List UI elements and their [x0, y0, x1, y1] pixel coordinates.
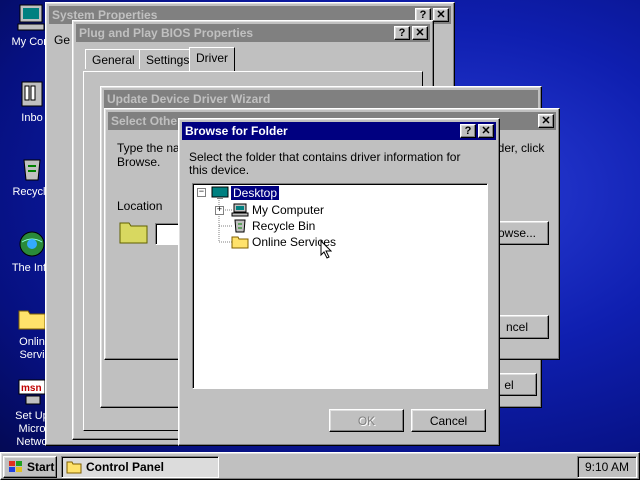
tab-driver[interactable]: Driver: [189, 47, 235, 71]
desktop-icon-label-line3: Netwo: [16, 436, 48, 448]
ok-button[interactable]: OK: [329, 409, 404, 432]
tree-item-label: Desktop: [229, 185, 281, 201]
browse-for-folder-dialog: Browse for Folder ? ✕ Select the folder …: [178, 118, 500, 446]
pnp-bios-titlebar[interactable]: Plug and Play BIOS Properties ? ✕: [76, 24, 430, 42]
folder-icon: [119, 219, 149, 248]
start-label: Start: [27, 460, 55, 474]
mouse-pointer: [320, 239, 333, 262]
desktop-icon-label-line2: Servi: [19, 349, 45, 361]
internet-icon: [16, 228, 48, 260]
expand-toggle[interactable]: +: [215, 206, 224, 215]
help-button[interactable]: ?: [394, 26, 410, 40]
my-computer-icon: [231, 203, 249, 217]
recycle-bin-icon: [16, 152, 48, 184]
folder-icon: [66, 460, 82, 474]
wizard-titlebar[interactable]: Update Device Driver Wizard: [104, 90, 538, 108]
folder-tree[interactable]: − Desktop + My Computer Recycle Bin Onli…: [192, 183, 488, 389]
window-title: Update Device Driver Wizard: [107, 92, 271, 106]
taskbar-item-control-panel[interactable]: Control Panel: [61, 456, 219, 478]
tree-item-label: My Computer: [252, 203, 325, 217]
tree-item-label: Recycle Bin: [252, 219, 316, 233]
tree-item-my-computer[interactable]: My Computer: [231, 202, 324, 218]
tree-item-desktop[interactable]: Desktop: [211, 185, 281, 201]
tree-item-recycle-bin[interactable]: Recycle Bin: [231, 218, 315, 234]
recycle-bin-icon: [231, 219, 249, 233]
window-title: Browse for Folder: [185, 124, 288, 138]
system-tray: 9:10 AM: [577, 456, 637, 478]
folder-icon: [231, 235, 249, 249]
folder-icon: [16, 302, 48, 334]
taskbar: Start Control Panel 9:10 AM: [0, 452, 640, 480]
windows-logo-icon: [8, 460, 24, 474]
tab-general-partial[interactable]: Ge: [54, 33, 70, 47]
tab-strip: General Settings Driver: [81, 47, 421, 73]
desktop-icon-label: Set Up: [15, 410, 49, 422]
location-label: Location: [117, 199, 163, 213]
browse-instructions: Select the folder that contains driver i…: [189, 150, 461, 177]
select-other-instructions: Type the na Browse.: [117, 141, 180, 169]
svg-text:msn: msn: [21, 383, 42, 394]
close-button[interactable]: ✕: [538, 114, 554, 128]
start-button[interactable]: Start: [3, 456, 57, 478]
select-other-instructions-right: lder, click: [495, 141, 545, 155]
desktop-icon-label-line2: Micro: [18, 423, 46, 435]
tab-general[interactable]: General: [85, 49, 142, 69]
close-button[interactable]: ✕: [412, 26, 428, 40]
close-button[interactable]: ✕: [478, 124, 494, 138]
taskbar-item-label: Control Panel: [86, 460, 165, 474]
inbox-icon: [16, 78, 48, 110]
tab-settings[interactable]: Settings: [139, 49, 197, 69]
clock[interactable]: 9:10 AM: [585, 460, 629, 474]
msn-icon: msn: [16, 376, 48, 408]
window-title: Plug and Play BIOS Properties: [79, 26, 254, 40]
desktop-icon-label: Onlin: [19, 336, 45, 348]
desktop-icon: [211, 186, 229, 200]
close-button[interactable]: ✕: [433, 8, 449, 22]
desktop-icon-label: Inbo: [21, 112, 43, 124]
my-computer-icon: [16, 2, 48, 34]
collapse-toggle[interactable]: −: [197, 188, 206, 197]
cancel-button[interactable]: Cancel: [411, 409, 486, 432]
help-button[interactable]: ?: [460, 124, 476, 138]
browse-titlebar[interactable]: Browse for Folder ? ✕: [182, 122, 496, 140]
